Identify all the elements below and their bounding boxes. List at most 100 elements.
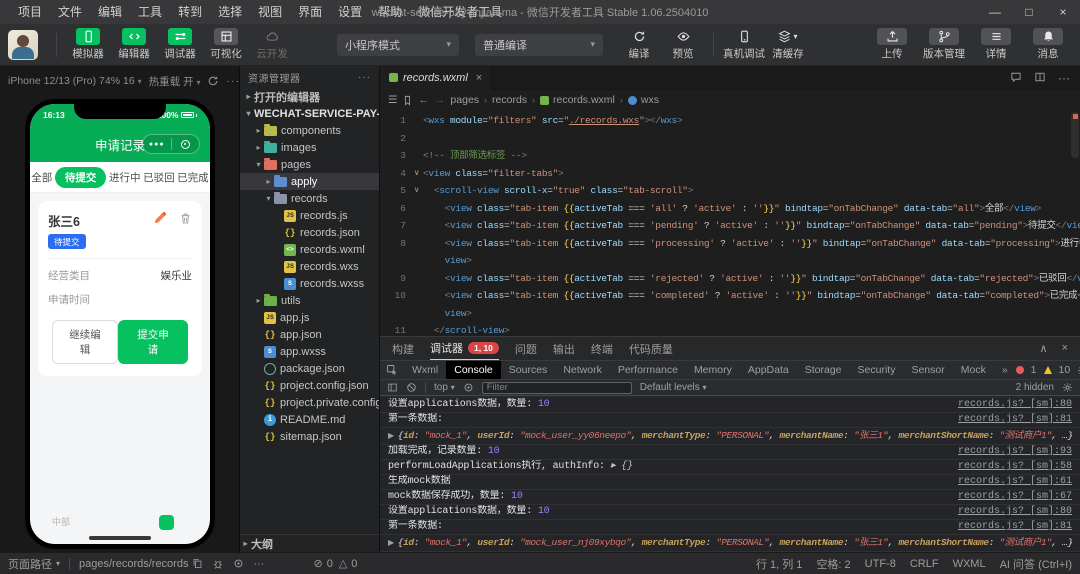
filter-tab-已驳回[interactable]: 已驳回	[143, 168, 175, 187]
tree-item-utils[interactable]: ▸ utils	[240, 292, 379, 309]
filter-tab-待提交[interactable]: 待提交	[54, 166, 107, 188]
continue-edit-button[interactable]: 继续编辑	[52, 320, 118, 364]
code-editor[interactable]: 1 <wxs module="filters" src="./records.wx…	[380, 112, 1080, 336]
problems-errors[interactable]: ⊘ 0	[313, 557, 332, 571]
devtools-tab-Storage[interactable]: Storage	[797, 361, 850, 379]
devtools-tab-Sources[interactable]: Sources	[501, 361, 556, 379]
tree-item-README.md[interactable]: i README.md	[240, 411, 379, 428]
filter-tab-全部[interactable]: 全部	[31, 168, 52, 187]
fold-icon[interactable]: ∨	[410, 165, 423, 183]
expand-arrow-icon[interactable]: ▶	[388, 539, 394, 548]
console-log-row[interactable]: ▶ {id: "mock_1", userId: "mock_user_yy06n…	[380, 428, 1080, 445]
filter-tab-已完成[interactable]: 已完成	[177, 168, 209, 187]
filter-tab-进行中[interactable]: 进行中	[109, 168, 141, 187]
clear-console-icon[interactable]	[406, 382, 417, 393]
error-count[interactable]: 1	[1031, 364, 1037, 376]
inspect-icon[interactable]	[380, 364, 404, 376]
split-editor-icon[interactable]	[1034, 71, 1046, 85]
outline-section[interactable]: ▸ 大纲	[240, 534, 379, 552]
tree-item-pages[interactable]: ▾ pages	[240, 156, 379, 173]
tabs-overflow[interactable]: »	[994, 361, 1016, 379]
menu-item-转到[interactable]: 转到	[170, 0, 210, 24]
back-icon[interactable]: ←	[418, 94, 429, 106]
source-link[interactable]: records.js? [sm]:80	[958, 398, 1072, 412]
more-icon[interactable]: ···	[358, 72, 371, 83]
source-link[interactable]: records.js? [sm]:93	[958, 445, 1072, 459]
tool-simulator[interactable]: 模拟器	[65, 28, 111, 61]
devtools-tab-Network[interactable]: Network	[555, 361, 610, 379]
devtools-tab-Console[interactable]: Console	[446, 361, 501, 379]
panel-tab-构建[interactable]: 构建	[392, 337, 414, 360]
tree-item-project.private.config...[interactable]: {} project.private.config...	[240, 394, 379, 411]
tool-upload[interactable]: 上传	[866, 28, 918, 61]
tool-debugger[interactable]: 调试器	[157, 28, 203, 61]
maximize-button[interactable]: □	[1012, 0, 1046, 24]
console-log-row[interactable]: ▶ {id: "mock_1", userId: "mock_user_nj09x…	[380, 535, 1080, 552]
breadcrumb-item-records.wxml[interactable]: records.wxml	[540, 94, 615, 106]
mode-select[interactable]: 小程序模式 ▾	[337, 33, 459, 56]
compile-mode-select[interactable]: 普通编译 ▾	[475, 33, 603, 56]
tree-item-project.config.json[interactable]: {} project.config.json	[240, 377, 379, 394]
panel-tab-调试器[interactable]: 调试器 1, 10	[430, 337, 499, 360]
tree-item-records.js[interactable]: JS records.js	[240, 207, 379, 224]
menu-item-项目[interactable]: 项目	[10, 0, 50, 24]
tree-item-records.wxs[interactable]: JS records.wxs	[240, 258, 379, 275]
bug-icon[interactable]	[212, 558, 224, 570]
device-selector[interactable]: iPhone 12/13 (Pro) 74% 16 ▾	[8, 75, 142, 87]
context-select[interactable]: top ▾	[434, 382, 455, 393]
tree-item-[interactable]: ▸ 打开的编辑器	[240, 88, 379, 105]
expand-arrow-icon[interactable]: ▶	[388, 432, 394, 441]
log-levels-select[interactable]: Default levels ▾	[640, 382, 707, 393]
submit-button[interactable]: 提交申请	[118, 320, 188, 364]
target-icon[interactable]	[233, 558, 244, 569]
warning-count[interactable]: 10	[1059, 364, 1071, 376]
status-行[interactable]: 行 1, 列 1	[756, 556, 802, 572]
devtools-tab-Performance[interactable]: Performance	[610, 361, 686, 379]
user-avatar[interactable]	[8, 29, 38, 60]
console-settings-icon[interactable]	[1062, 382, 1073, 393]
floating-green-badge[interactable]	[159, 515, 174, 530]
close-icon[interactable]: ×	[476, 72, 482, 84]
menu-item-文件[interactable]: 文件	[50, 0, 90, 24]
source-link[interactable]: records.js? [sm]:67	[958, 490, 1072, 504]
copy-icon[interactable]	[192, 558, 203, 569]
tree-item-records.json[interactable]: {} records.json	[240, 224, 379, 241]
problems-warnings[interactable]: △ 0	[339, 557, 358, 571]
tool-device[interactable]: 真机调试	[722, 28, 766, 61]
tool-visual[interactable]: 可视化	[203, 28, 249, 61]
more-icon[interactable]: ···	[1058, 71, 1070, 85]
tree-item-app.json[interactable]: {} app.json	[240, 326, 379, 343]
forward-icon[interactable]: →	[434, 94, 445, 106]
tool-editor[interactable]: 编辑器	[111, 28, 157, 61]
fold-icon[interactable]: ∨	[410, 182, 423, 200]
panel-tab-终端[interactable]: 终端	[591, 337, 613, 360]
outline-list-icon[interactable]: ☰	[388, 94, 397, 106]
source-link[interactable]: records.js? [sm]:61	[958, 475, 1072, 489]
hidden-count[interactable]: 2 hidden	[1016, 382, 1054, 393]
devtools-tab-AppData[interactable]: AppData	[740, 361, 797, 379]
tree-item-app.js[interactable]: JS app.js	[240, 309, 379, 326]
tree-item-components[interactable]: ▸ components	[240, 122, 379, 139]
menu-item-选择[interactable]: 选择	[210, 0, 250, 24]
tool-list[interactable]: 详情	[970, 28, 1022, 61]
editor-tab-records-wxml[interactable]: records.wxml ×	[380, 65, 493, 90]
delete-icon[interactable]	[179, 212, 192, 225]
breadcrumb-item-wxs[interactable]: wxs	[627, 94, 659, 106]
devtools-tab-Mock[interactable]: Mock	[953, 361, 994, 379]
source-link[interactable]: records.js? [sm]:58	[958, 460, 1072, 474]
menu-item-视图[interactable]: 视图	[250, 0, 290, 24]
breadcrumb-item-records[interactable]: records	[492, 94, 527, 106]
source-link[interactable]: records.js? [sm]:81	[958, 520, 1072, 534]
panel-tab-问题[interactable]: 问题	[515, 337, 537, 360]
current-page-path[interactable]: pages/records/records	[79, 558, 203, 570]
status-UTF-8[interactable]: UTF-8	[865, 556, 896, 572]
devtools-tab-Memory[interactable]: Memory	[686, 361, 740, 379]
tree-item-records[interactable]: ▾ records	[240, 190, 379, 207]
tree-item-records.wxml[interactable]: <> records.wxml	[240, 241, 379, 258]
panel-tab-输出[interactable]: 输出	[553, 337, 575, 360]
source-link[interactable]: records.js? [sm]:81	[958, 413, 1072, 427]
tool-eye[interactable]: 预览	[661, 28, 705, 61]
status-空格:[interactable]: 空格: 2	[816, 556, 850, 572]
devtools-tab-Security[interactable]: Security	[850, 361, 904, 379]
tree-item-records.wxss[interactable]: Srecords.wxss	[240, 275, 379, 292]
